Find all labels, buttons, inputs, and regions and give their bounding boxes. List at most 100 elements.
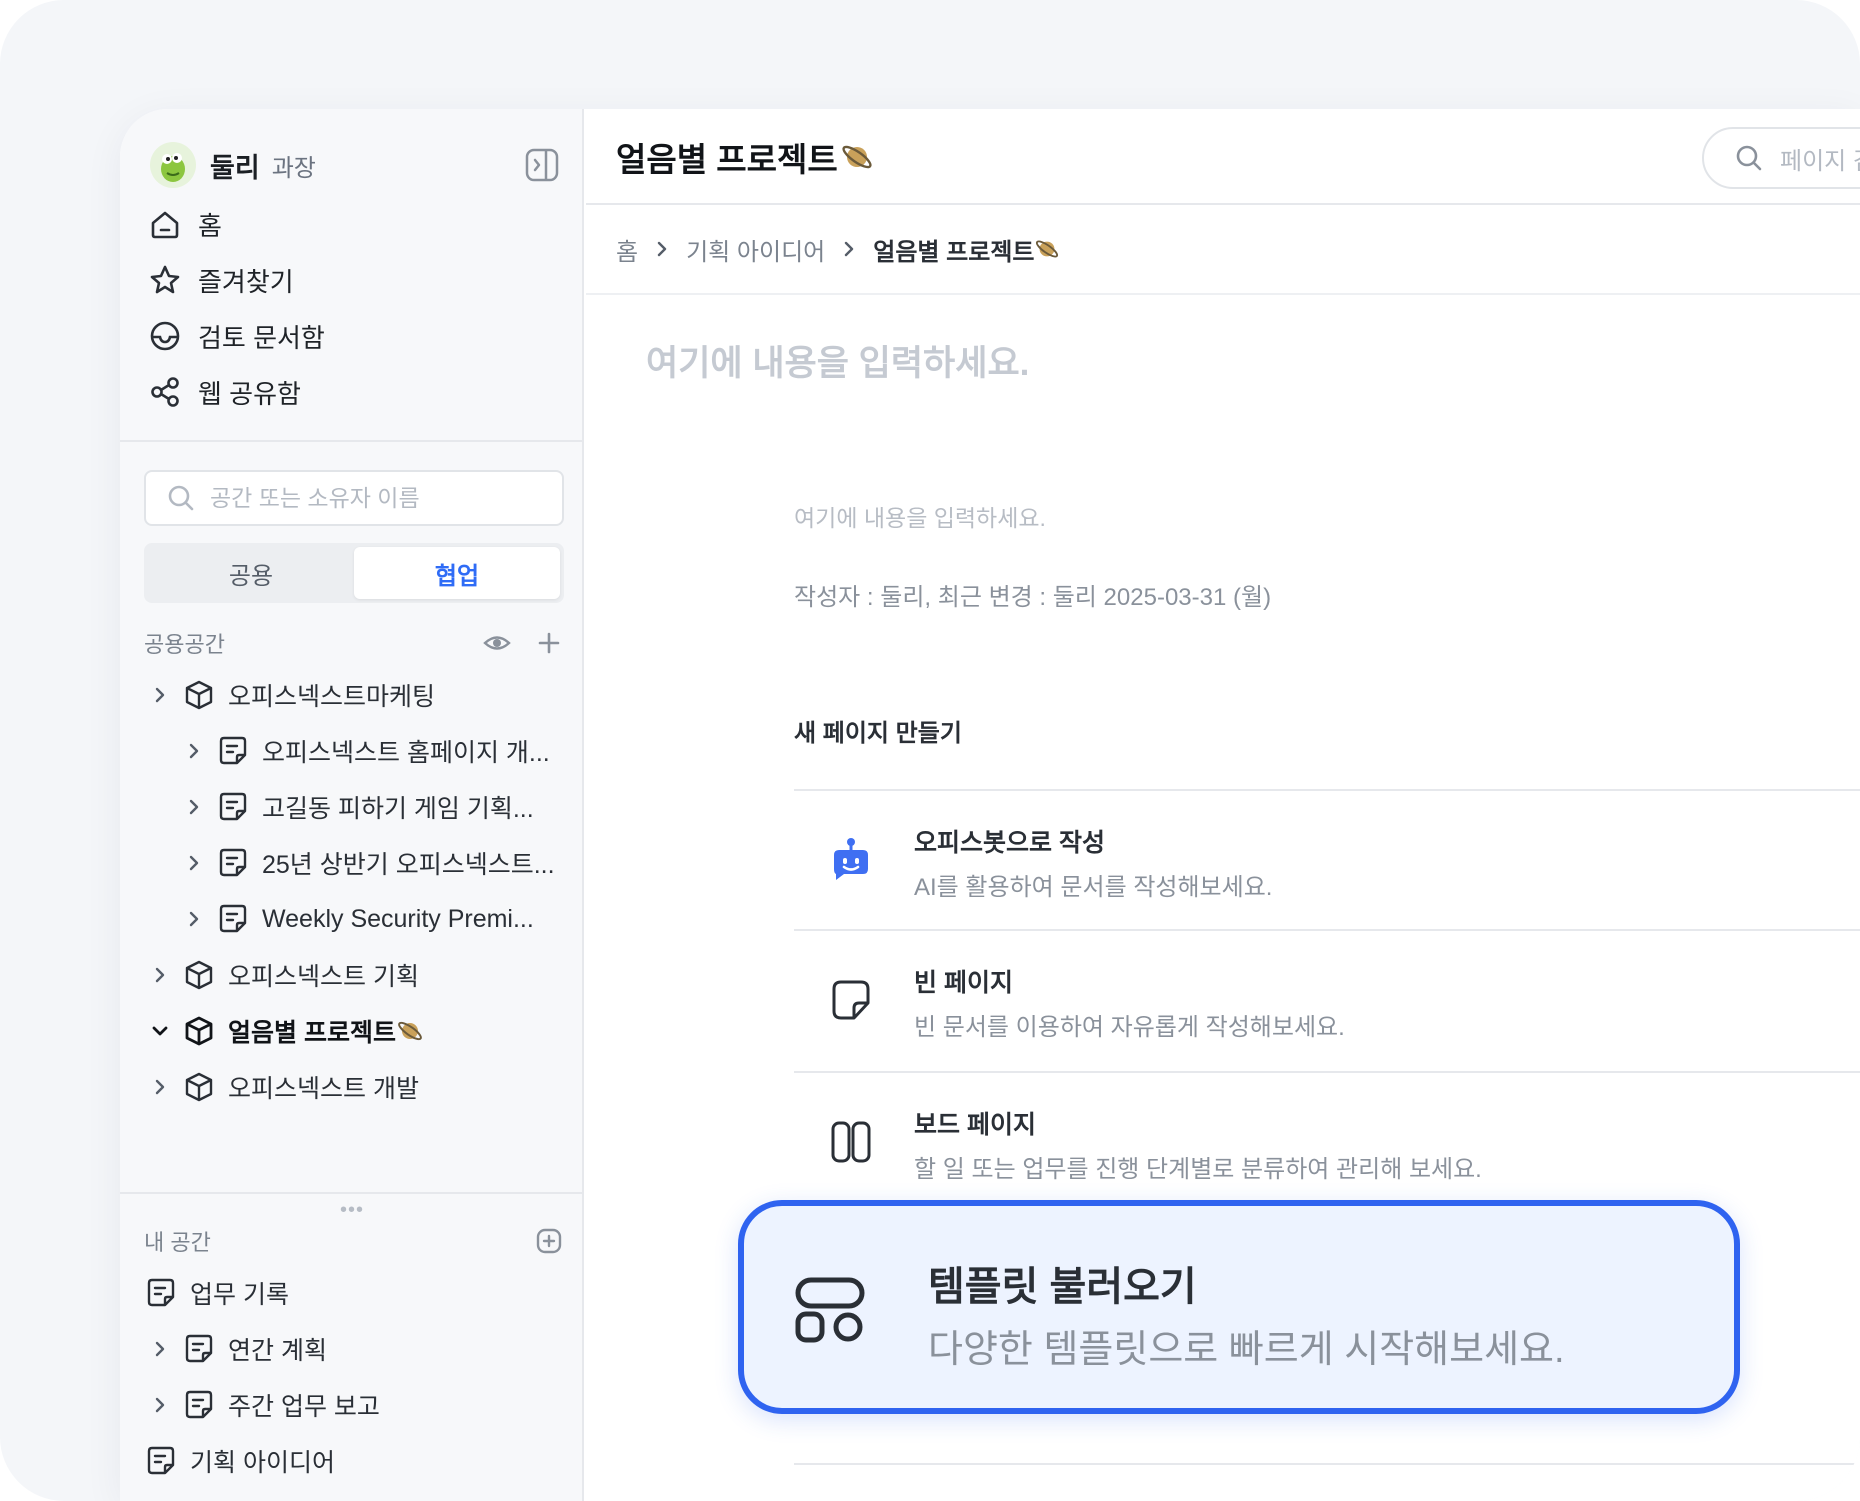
space-search[interactable] xyxy=(144,470,564,526)
nav-review-inbox[interactable]: 검토 문서함 xyxy=(148,312,528,360)
nav-favorites-label: 즐겨찾기 xyxy=(198,266,294,297)
nav-favorites[interactable]: 즐겨찾기 xyxy=(148,256,528,304)
tree-item[interactable]: 오피스넥스트마케팅 xyxy=(150,671,435,719)
option-board-page[interactable]: 보드 페이지 할 일 또는 업무를 진행 단계별로 분류하여 관리해 보세요. xyxy=(794,1071,1860,1211)
tree-item[interactable]: 오피스넥스트 개발 xyxy=(150,1063,419,1111)
add-page-icon[interactable] xyxy=(534,1226,564,1256)
tree-item-label: 오피스넥스트 홈페이지 개... xyxy=(262,739,550,767)
space-search-input[interactable] xyxy=(210,484,540,512)
planet-icon xyxy=(398,1021,422,1041)
page-search[interactable]: 페이지 검 xyxy=(1702,127,1860,189)
my-space-item-label: 연간 계획 xyxy=(228,1337,327,1365)
user-profile[interactable]: 둘리 과장 xyxy=(150,135,560,195)
option-board-page-title: 보드 페이지 xyxy=(914,1111,1036,1139)
page-icon xyxy=(147,1278,175,1307)
chevron-right-icon[interactable] xyxy=(150,1395,170,1415)
chevron-down-icon[interactable] xyxy=(150,1021,170,1041)
breadcrumb: 홈 기획 아이디어 얼음별 프로젝트 xyxy=(586,205,1860,295)
my-space-item[interactable]: 연간 계획 xyxy=(150,1325,327,1373)
option-load-template-desc: 다양한 템플릿으로 빠르게 시작해보세요. xyxy=(928,1329,1565,1371)
body-placeholder[interactable]: 여기에 내용을 입력하세요. xyxy=(646,335,1029,386)
option-divider xyxy=(794,1463,1860,1465)
page-icon xyxy=(185,1334,213,1363)
breadcrumb-home[interactable]: 홈 xyxy=(616,232,638,267)
tree-item[interactable]: 오피스넥스트 홈페이지 개... xyxy=(184,727,550,775)
space-tabs: 공용 협업 xyxy=(144,543,564,603)
tree-item-label: Weekly Security Premi... xyxy=(262,904,534,933)
my-space-heading: 내 공간 xyxy=(144,1230,211,1255)
cube-icon xyxy=(185,680,213,710)
eye-icon[interactable] xyxy=(482,628,512,658)
page-title: 얼음별 프로젝트 xyxy=(616,133,874,181)
my-space-item[interactable]: 기획 아이디어 xyxy=(144,1437,335,1485)
nav-web-share-label: 웹 공유함 xyxy=(198,378,301,409)
my-space-item[interactable]: 업무 기록 xyxy=(144,1269,289,1317)
nav-review-inbox-label: 검토 문서함 xyxy=(198,322,325,353)
tree-item[interactable]: Weekly Security Premi... xyxy=(184,895,534,943)
tree-item[interactable]: 고길동 피하기 게임 기획... xyxy=(184,783,534,831)
my-space-item-label: 기획 아이디어 xyxy=(190,1449,335,1477)
tree-item-label: 고길동 피하기 게임 기획... xyxy=(262,795,534,823)
template-icon xyxy=(795,1277,865,1343)
chevron-right-icon[interactable] xyxy=(150,685,170,705)
chevron-right-icon[interactable] xyxy=(184,909,204,929)
page-title-text: 얼음별 프로젝트 xyxy=(616,141,838,178)
star-icon xyxy=(150,265,180,294)
blank-page-icon xyxy=(832,980,870,1020)
tab-public[interactable]: 공용 xyxy=(148,547,354,599)
title-bar: 얼음별 프로젝트 페이지 검 xyxy=(586,109,1860,205)
plus-icon[interactable] xyxy=(534,628,564,658)
page-icon xyxy=(219,904,247,933)
option-load-template[interactable]: 템플릿 불러오기 다양한 템플릿으로 빠르게 시작해보세요. xyxy=(738,1200,1740,1414)
sidebar-divider xyxy=(120,440,584,442)
breadcrumb-current[interactable]: 얼음별 프로젝트 xyxy=(873,232,1060,267)
option-blank-page[interactable]: 빈 페이지 빈 문서를 이용하여 자유롭게 작성해보세요. xyxy=(794,929,1860,1069)
nav-web-share[interactable]: 웹 공유함 xyxy=(148,368,528,416)
tab-collab[interactable]: 협업 xyxy=(354,547,560,599)
page-search-placeholder: 페이지 검 xyxy=(1780,147,1860,175)
chevron-right-icon[interactable] xyxy=(184,853,204,873)
page-icon xyxy=(219,848,247,877)
tree-item-label: 오피스넥스트마케팅 xyxy=(228,683,436,711)
avatar xyxy=(150,142,196,188)
tree-item-active[interactable]: 얼음별 프로젝트 xyxy=(150,1007,424,1055)
page-icon xyxy=(219,736,247,765)
nav-home[interactable]: 홈 xyxy=(148,200,528,248)
page-content: 여기에 내용을 입력하세요. 작성자 : 둘리, 최근 변경 : 둘리 2025… xyxy=(794,499,1860,612)
tree-item[interactable]: 오피스넥스트 기획 xyxy=(150,951,419,999)
option-officebot-desc: AI를 활용하여 문서를 작성해보세요. xyxy=(914,874,1273,901)
cube-icon xyxy=(185,1072,213,1102)
resize-grip[interactable]: ••• xyxy=(340,1199,364,1222)
option-officebot[interactable]: 오피스봇으로 작성 AI를 활용하여 문서를 작성해보세요. xyxy=(794,789,1860,929)
sidebar-divider xyxy=(120,1192,584,1194)
chevron-right-icon xyxy=(845,241,854,257)
content-placeholder[interactable]: 여기에 내용을 입력하세요. xyxy=(794,499,1860,533)
page-meta: 작성자 : 둘리, 최근 변경 : 둘리 2025-03-31 (월) xyxy=(794,584,1272,611)
tree-item[interactable]: 25년 상반기 오피스넥스트... xyxy=(184,839,555,887)
user-role: 과장 xyxy=(271,154,316,182)
tree-item-label: 오피스넥스트 개발 xyxy=(228,1075,419,1103)
my-space-item[interactable]: 주간 업무 보고 xyxy=(150,1381,380,1429)
dinosaur-avatar-icon xyxy=(161,153,185,182)
tree-item-label: 얼음별 프로젝트 xyxy=(228,1019,396,1047)
sidebar-collapse-icon[interactable] xyxy=(524,147,560,183)
chevron-right-icon[interactable] xyxy=(184,797,204,817)
option-board-page-desc: 할 일 또는 업무를 진행 단계별로 분류하여 관리해 보세요. xyxy=(914,1156,1482,1183)
share-icon xyxy=(151,377,179,407)
shared-space-heading: 공용공간 xyxy=(144,632,225,657)
planet-icon xyxy=(1036,240,1059,258)
nav-home-label: 홈 xyxy=(198,210,222,241)
breadcrumb-planning-ideas[interactable]: 기획 아이디어 xyxy=(686,232,825,267)
chevron-right-icon[interactable] xyxy=(150,965,170,985)
chevron-right-icon[interactable] xyxy=(150,1077,170,1097)
inbox-icon xyxy=(150,321,180,351)
shared-space-header: 공용공간 xyxy=(144,623,564,663)
chevron-right-icon[interactable] xyxy=(150,1339,170,1359)
user-name: 둘리 xyxy=(210,152,260,183)
page-icon xyxy=(219,792,247,821)
search-icon xyxy=(1736,145,1762,171)
option-load-template-title: 템플릿 불러오기 xyxy=(928,1265,1197,1309)
page-icon xyxy=(185,1390,213,1419)
chevron-right-icon[interactable] xyxy=(184,741,204,761)
page-icon xyxy=(147,1446,175,1475)
